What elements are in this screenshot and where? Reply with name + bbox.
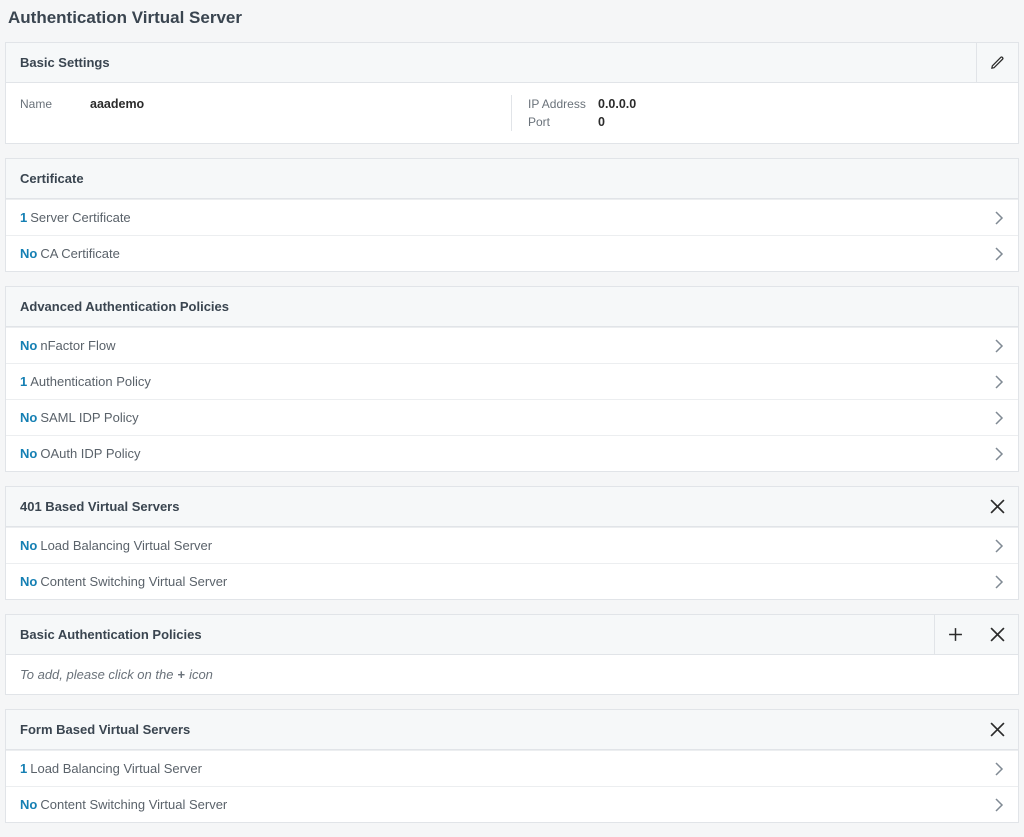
placeholder-pre: To add, please click on the — [20, 667, 173, 682]
vs401-cs-row[interactable]: No Content Switching Virtual Server — [6, 563, 1018, 599]
page-title: Authentication Virtual Server — [0, 0, 1024, 42]
placeholder-post: icon — [189, 667, 213, 682]
name-value: aaademo — [90, 97, 144, 111]
port-label: Port — [528, 115, 598, 129]
vs401-cs-label: Content Switching Virtual Server — [40, 574, 227, 589]
oauth-idp-label: OAuth IDP Policy — [40, 446, 140, 461]
chevron-right-icon — [994, 339, 1004, 353]
basic-auth-header: Basic Authentication Policies — [6, 615, 1018, 655]
nfactor-flow-count: No — [20, 338, 37, 353]
saml-idp-count: No — [20, 410, 37, 425]
ca-certificate-count: No — [20, 246, 37, 261]
server-certificate-row[interactable]: 1 Server Certificate — [6, 199, 1018, 235]
basic-auth-title: Basic Authentication Policies — [6, 615, 934, 654]
name-label: Name — [20, 97, 90, 111]
auth-policy-label: Authentication Policy — [30, 374, 151, 389]
certificate-panel: Certificate 1 Server Certificate No CA C… — [5, 158, 1019, 272]
basic-settings-left: Name aaademo — [20, 95, 512, 131]
vs401-header: 401 Based Virtual Servers — [6, 487, 1018, 527]
chevron-right-icon — [994, 247, 1004, 261]
form-vs-lb-count: 1 — [20, 761, 27, 776]
oauth-idp-row[interactable]: No OAuth IDP Policy — [6, 435, 1018, 471]
chevron-right-icon — [994, 539, 1004, 553]
chevron-right-icon — [994, 762, 1004, 776]
saml-idp-label: SAML IDP Policy — [40, 410, 138, 425]
basic-settings-header: Basic Settings — [6, 43, 1018, 83]
form-vs-cs-label: Content Switching Virtual Server — [40, 797, 227, 812]
port-value: 0 — [598, 115, 605, 129]
ca-certificate-label: CA Certificate — [40, 246, 119, 261]
vs401-lb-row[interactable]: No Load Balancing Virtual Server — [6, 527, 1018, 563]
chevron-right-icon — [994, 447, 1004, 461]
chevron-right-icon — [994, 411, 1004, 425]
name-row: Name aaademo — [20, 95, 512, 113]
vs401-cs-count: No — [20, 574, 37, 589]
nfactor-flow-label: nFactor Flow — [40, 338, 115, 353]
chevron-right-icon — [994, 798, 1004, 812]
chevron-right-icon — [994, 375, 1004, 389]
basic-settings-panel: Basic Settings Name aaademo IP Address 0… — [5, 42, 1019, 144]
form-vs-lb-label: Load Balancing Virtual Server — [30, 761, 202, 776]
form-vs-title: Form Based Virtual Servers — [6, 710, 976, 749]
port-row: Port 0 — [528, 113, 1003, 131]
chevron-right-icon — [994, 575, 1004, 589]
vs401-title: 401 Based Virtual Servers — [6, 487, 976, 526]
edit-icon[interactable] — [976, 43, 1018, 82]
auth-policy-count: 1 — [20, 374, 27, 389]
basic-settings-title: Basic Settings — [6, 43, 976, 82]
basic-settings-right: IP Address 0.0.0.0 Port 0 — [511, 95, 1003, 131]
ip-row: IP Address 0.0.0.0 — [528, 95, 1003, 113]
basic-settings-body: Name aaademo IP Address 0.0.0.0 Port 0 — [6, 83, 1018, 143]
chevron-right-icon — [994, 211, 1004, 225]
server-certificate-label: Server Certificate — [30, 210, 130, 225]
advanced-auth-header: Advanced Authentication Policies — [6, 287, 1018, 327]
vs401-lb-count: No — [20, 538, 37, 553]
basic-auth-placeholder: To add, please click on the + icon — [6, 655, 1018, 694]
basic-auth-panel: Basic Authentication Policies To add, pl… — [5, 614, 1019, 695]
form-vs-panel: Form Based Virtual Servers 1 Load Balanc… — [5, 709, 1019, 823]
vs401-lb-label: Load Balancing Virtual Server — [40, 538, 212, 553]
oauth-idp-count: No — [20, 446, 37, 461]
form-vs-cs-row[interactable]: No Content Switching Virtual Server — [6, 786, 1018, 822]
advanced-auth-panel: Advanced Authentication Policies No nFac… — [5, 286, 1019, 472]
server-certificate-count: 1 — [20, 210, 27, 225]
saml-idp-row[interactable]: No SAML IDP Policy — [6, 399, 1018, 435]
plus-inline-icon: + — [177, 667, 185, 682]
certificate-title: Certificate — [6, 159, 1018, 198]
close-icon[interactable] — [976, 710, 1018, 749]
add-icon[interactable] — [934, 615, 976, 654]
advanced-auth-title: Advanced Authentication Policies — [6, 287, 1018, 326]
form-vs-cs-count: No — [20, 797, 37, 812]
ip-value: 0.0.0.0 — [598, 97, 636, 111]
ca-certificate-row[interactable]: No CA Certificate — [6, 235, 1018, 271]
vs401-panel: 401 Based Virtual Servers No Load Balanc… — [5, 486, 1019, 600]
ip-label: IP Address — [528, 97, 598, 111]
form-vs-header: Form Based Virtual Servers — [6, 710, 1018, 750]
certificate-header: Certificate — [6, 159, 1018, 199]
close-icon[interactable] — [976, 615, 1018, 654]
form-vs-lb-row[interactable]: 1 Load Balancing Virtual Server — [6, 750, 1018, 786]
close-icon[interactable] — [976, 487, 1018, 526]
nfactor-flow-row[interactable]: No nFactor Flow — [6, 327, 1018, 363]
auth-policy-row[interactable]: 1 Authentication Policy — [6, 363, 1018, 399]
